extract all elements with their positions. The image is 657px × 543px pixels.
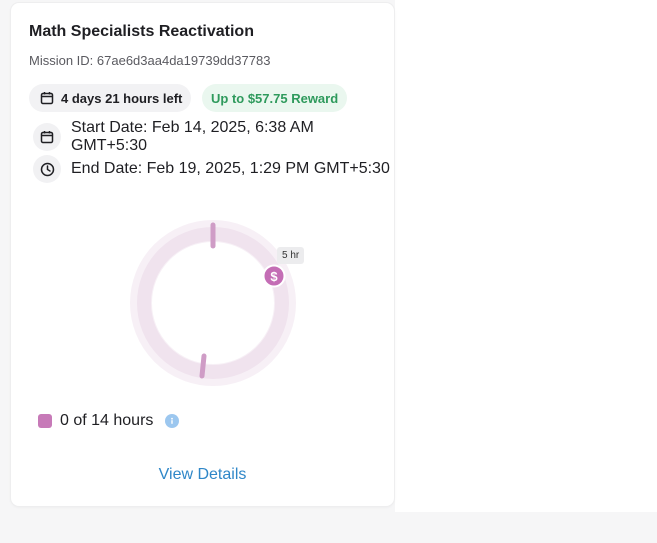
hours-text: 0 of 14 hours: [60, 412, 154, 429]
reward-badge: Up to $57.75 Reward: [202, 84, 348, 112]
progress-ring: $: [130, 220, 296, 386]
start-date-text: Start Date: Feb 14, 2025, 6:38 AM GMT+5:…: [70, 119, 314, 154]
ring-marker-label: 5 hr: [277, 247, 305, 264]
legend-swatch: [38, 414, 52, 428]
clock-icon: [33, 155, 61, 183]
mission-card: Math Specialists Reactivation Mission ID…: [11, 3, 394, 506]
info-icon[interactable]: [165, 414, 180, 428]
time-left-text: 4 days 21 hours left: [61, 90, 183, 106]
end-date-row: End Date: Feb 19, 2025, 1:29 PM GMT+5:30: [33, 155, 390, 183]
calendar-icon: [40, 91, 54, 105]
start-date-row: Start Date: Feb 14, 2025, 6:38 AM GMT+5:…: [33, 119, 394, 155]
ring-track: [137, 227, 289, 379]
calendar-icon: [33, 123, 61, 151]
ring-tick-end: [199, 353, 207, 379]
empty-panel: [395, 0, 657, 512]
time-left-badge: 4 days 21 hours left: [29, 84, 192, 112]
svg-text:$: $: [270, 269, 278, 284]
mission-id: Mission ID: 67ae6d3aa4da19739dd37783: [29, 53, 271, 68]
hours-legend: 0 of 14 hours: [38, 412, 180, 430]
view-details-link[interactable]: View Details: [11, 466, 394, 484]
end-date-text: End Date: Feb 19, 2025, 1:29 PM GMT+5:30: [71, 160, 390, 177]
mission-title: Math Specialists Reactivation: [29, 23, 254, 40]
dollar-icon: $: [262, 264, 286, 288]
